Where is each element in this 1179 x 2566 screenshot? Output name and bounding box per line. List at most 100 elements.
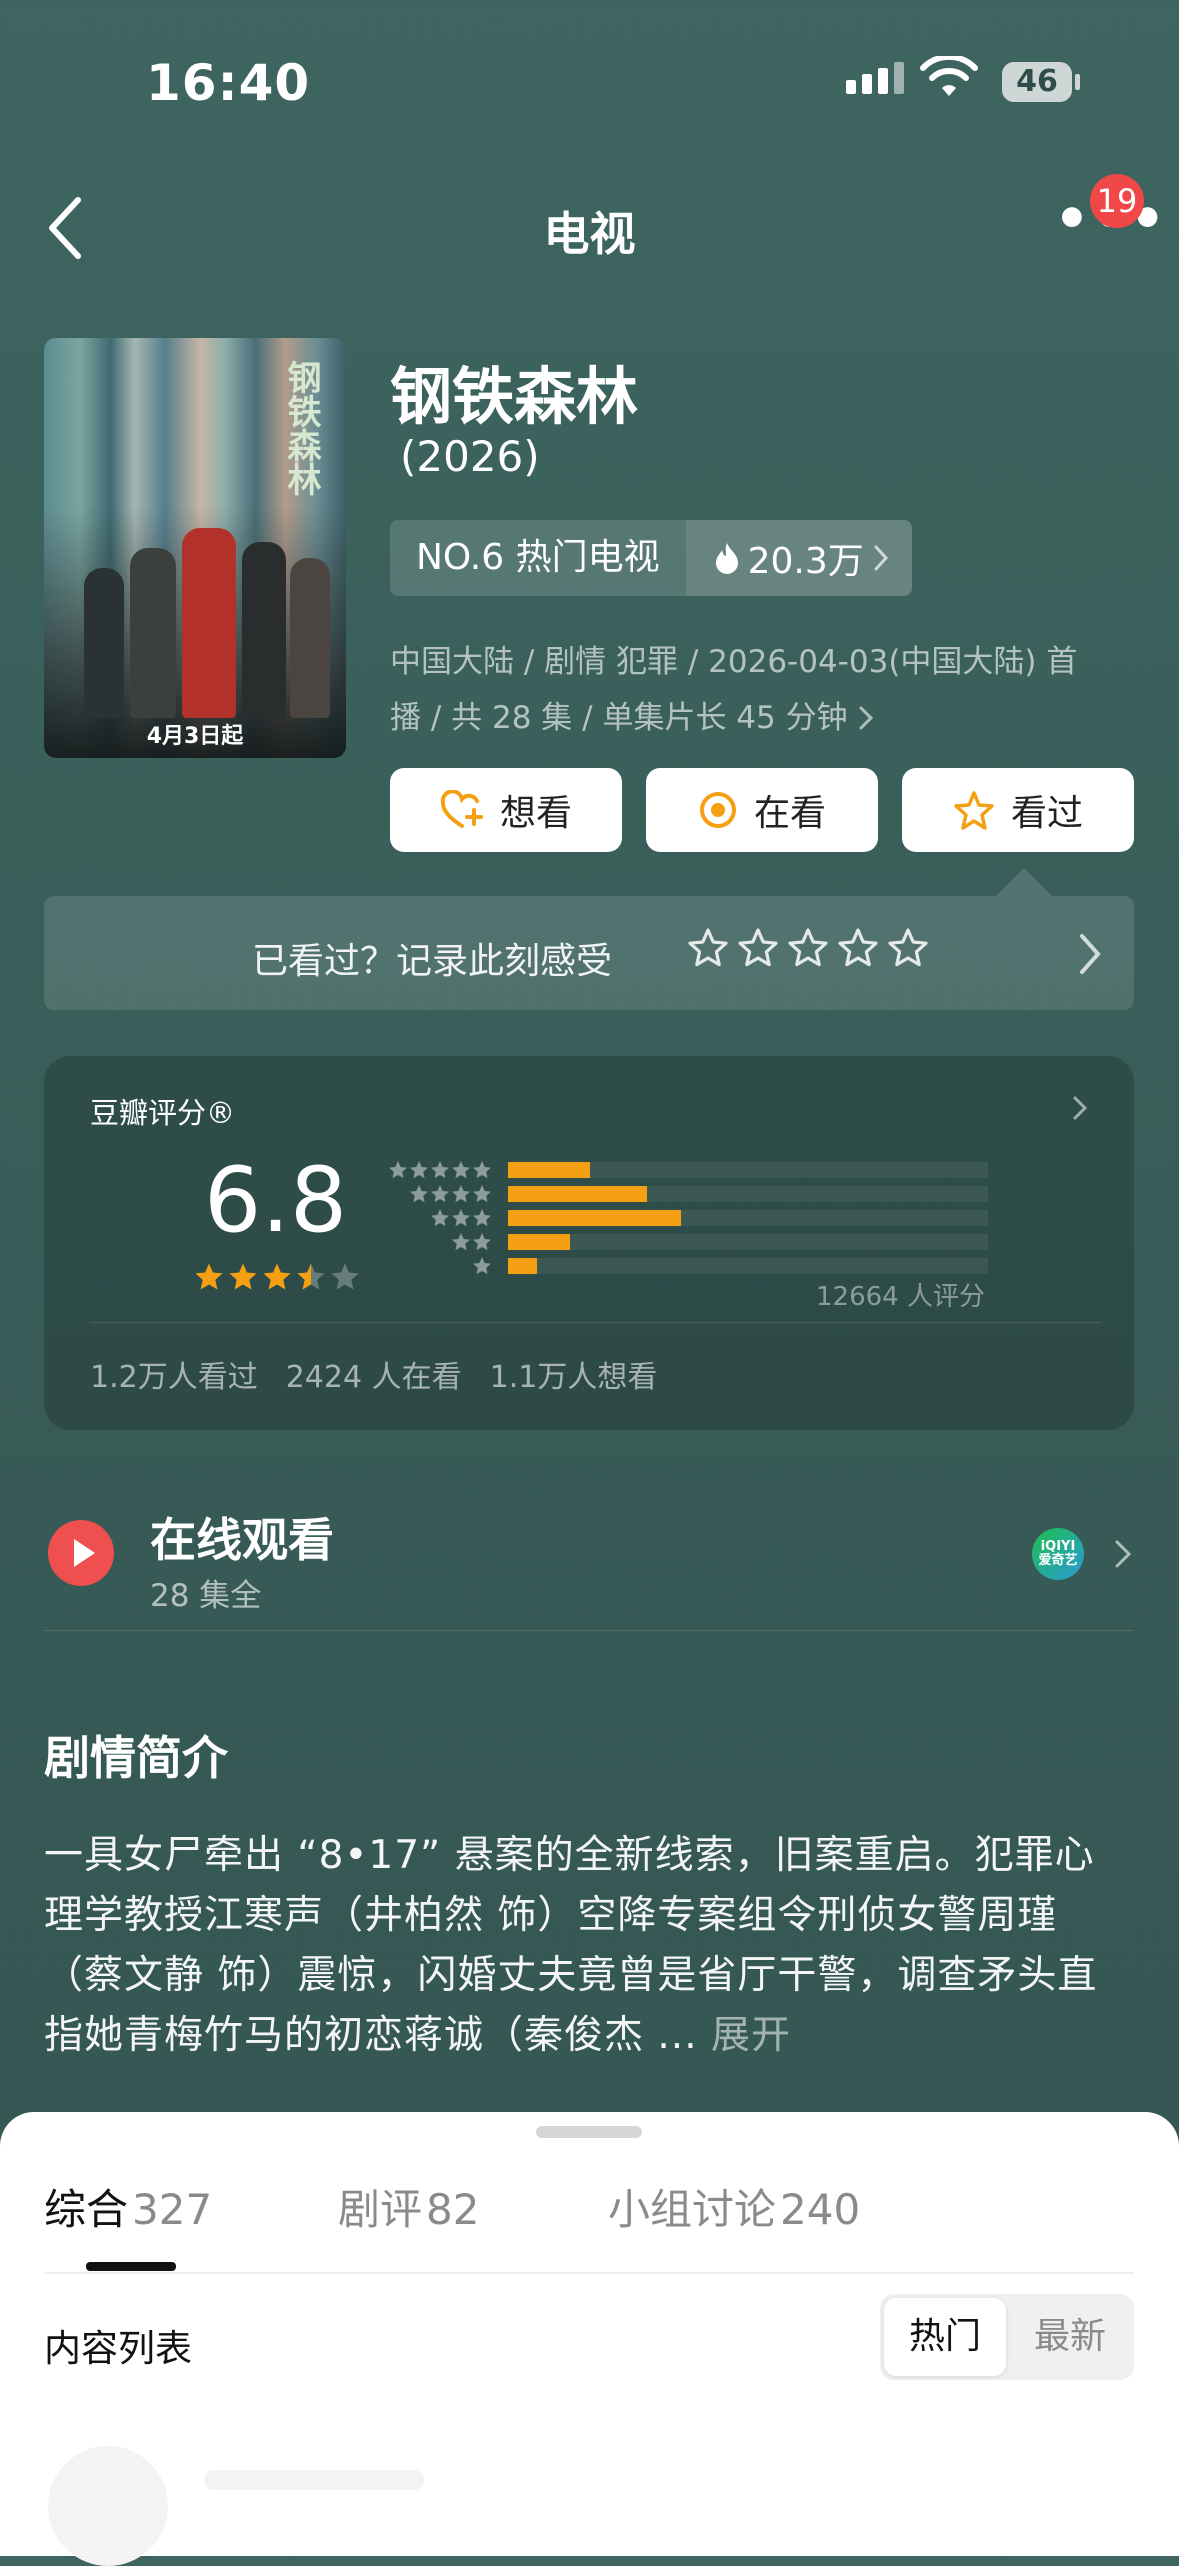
tab-count: 327 xyxy=(132,2185,213,2234)
show-year: (2026) xyxy=(400,432,540,481)
page-title: 电视 xyxy=(543,207,636,261)
want-to-watch-label: 想看 xyxy=(499,793,572,834)
mini-star-icon xyxy=(431,1209,449,1227)
status-time: 16:40 xyxy=(146,54,311,112)
histogram-row xyxy=(382,1254,988,1278)
poster-figure xyxy=(182,528,236,718)
tab-label: 小组讨论 xyxy=(608,2185,777,2234)
battery-icon: 46 xyxy=(1002,62,1072,102)
score-star-icon xyxy=(195,1263,223,1290)
histogram-bar xyxy=(508,1186,648,1202)
meta-line: 中国大陆 / 剧情 犯罪 / 2026-04-03(中国大陆) 首 xyxy=(390,644,1078,680)
histogram-stars xyxy=(382,1256,492,1276)
stat-watching: 2424 人在看 xyxy=(285,1360,462,1395)
mini-star-icon xyxy=(410,1185,428,1203)
mini-star-icon xyxy=(389,1161,407,1179)
poster-image[interactable]: 钢铁森林 4月3日起 xyxy=(44,338,346,758)
heat-box: 20.3万 xyxy=(685,520,912,596)
mini-star-icon xyxy=(431,1161,449,1179)
watch-online-title[interactable]: 在线观看 xyxy=(150,1504,334,1570)
watching-label: 在看 xyxy=(753,793,826,834)
record-prompt: 已看过？记录此刻感受 xyxy=(252,941,613,982)
stat-want: 1.1万人想看 xyxy=(489,1360,658,1395)
poster-figure xyxy=(130,548,176,718)
show-meta[interactable]: 中国大陆 / 剧情 犯罪 / 2026-04-03(中国大陆) 首 播 / 共 … xyxy=(390,634,1130,746)
histogram-row xyxy=(382,1206,988,1230)
poster-figure xyxy=(242,542,286,718)
histogram-row xyxy=(382,1182,988,1206)
iqiyi-logo[interactable]: iQIYI 爱奇艺 xyxy=(1032,1528,1084,1580)
heat-value: 20.3万 xyxy=(747,541,864,582)
watching-button[interactable]: 在看 xyxy=(646,768,878,852)
score-star-icon xyxy=(229,1263,257,1290)
mini-star-icon xyxy=(452,1209,470,1227)
rating-stars xyxy=(194,1262,360,1292)
rating-score: 6.8 xyxy=(204,1148,348,1253)
tab-reviews[interactable]: 剧评82 xyxy=(338,2176,479,2237)
histogram-stars xyxy=(382,1208,492,1228)
loading-avatar-placeholder xyxy=(48,2446,168,2566)
chevron-right-icon xyxy=(859,706,873,730)
histogram-row xyxy=(382,1158,988,1182)
poster-date: 4月3日起 xyxy=(146,724,244,749)
synopsis-body: 一具女尸牵出 “8•17” 悬案的全新线索，旧案重启。犯罪心理学教授江寒声（井柏… xyxy=(44,1833,1098,2058)
want-to-watch-button[interactable]: 想看 xyxy=(390,768,622,852)
show-title: 钢铁森林 xyxy=(390,360,639,433)
rank-label: NO.6 热门电视 xyxy=(416,537,660,578)
histogram-bar xyxy=(508,1234,571,1250)
histogram-bar xyxy=(508,1258,537,1274)
star-icon xyxy=(954,791,994,830)
mini-star-icon xyxy=(452,1233,470,1251)
poster-figure xyxy=(290,558,330,718)
watched-label: 看过 xyxy=(1010,793,1083,834)
rank-badge[interactable]: NO.6 热门电视 20.3万 xyxy=(390,520,912,596)
vote-count: 12664 人评分 xyxy=(816,1282,985,1312)
rate-star-icon[interactable] xyxy=(738,928,778,968)
mini-star-icon xyxy=(473,1233,491,1251)
drag-handle[interactable] xyxy=(536,2126,642,2138)
divider xyxy=(44,2272,1134,2274)
rate-star-icon[interactable] xyxy=(838,928,878,968)
rate-stars[interactable] xyxy=(688,928,928,968)
divider xyxy=(44,1630,1134,1631)
mini-star-icon xyxy=(410,1161,428,1179)
rating-histogram xyxy=(382,1158,988,1278)
chevron-right-icon[interactable] xyxy=(1072,1094,1088,1126)
tab-group-discussion[interactable]: 小组讨论240 xyxy=(608,2176,860,2237)
histogram-track xyxy=(508,1234,988,1250)
notification-badge: 19 xyxy=(1090,174,1144,228)
rate-star-icon[interactable] xyxy=(788,928,828,968)
mini-star-icon xyxy=(473,1185,491,1203)
chevron-right-icon xyxy=(874,545,888,571)
rate-star-icon[interactable] xyxy=(888,928,928,968)
histogram-track xyxy=(508,1162,988,1178)
target-icon xyxy=(699,792,736,828)
content-list-heading: 内容列表 xyxy=(44,2327,192,2370)
chevron-right-icon[interactable] xyxy=(1078,932,1102,980)
mini-star-icon xyxy=(452,1185,470,1203)
mini-star-icon xyxy=(473,1209,491,1227)
sort-hot-button[interactable]: 热门 xyxy=(884,2298,1006,2376)
tab-overview[interactable]: 综合327 xyxy=(44,2176,212,2237)
meta-line: 播 / 共 28 集 / 单集片长 45 分钟 xyxy=(390,700,848,736)
stat-watched: 1.2万人看过 xyxy=(90,1360,258,1395)
expand-link[interactable]: 展开 xyxy=(711,2013,791,2058)
heart-plus-icon xyxy=(440,790,483,828)
histogram-row xyxy=(382,1230,988,1254)
mini-star-icon xyxy=(473,1257,491,1275)
sort-latest-button[interactable]: 最新 xyxy=(1010,2298,1130,2376)
score-star-icon xyxy=(263,1263,291,1290)
chevron-right-icon[interactable] xyxy=(1114,1538,1132,1574)
watch-stats: 1.2万人看过 2424 人在看 1.1万人想看 xyxy=(90,1352,657,1396)
play-icon[interactable] xyxy=(48,1520,114,1586)
histogram-stars xyxy=(382,1232,492,1252)
douban-rating-label: 豆瓣评分® xyxy=(90,1096,236,1130)
synopsis-text: 一具女尸牵出 “8•17” 悬案的全新线索，旧案重启。犯罪心理学教授江寒声（井柏… xyxy=(44,1826,1134,2066)
watched-button[interactable]: 看过 xyxy=(902,768,1134,852)
cellular-signal-icon xyxy=(846,62,904,94)
tab-label: 剧评 xyxy=(338,2185,423,2234)
rate-star-icon[interactable] xyxy=(688,928,728,968)
poster-figure xyxy=(84,568,124,718)
mini-star-icon xyxy=(431,1185,449,1203)
episodes-count: 28 集全 xyxy=(150,1578,262,1614)
